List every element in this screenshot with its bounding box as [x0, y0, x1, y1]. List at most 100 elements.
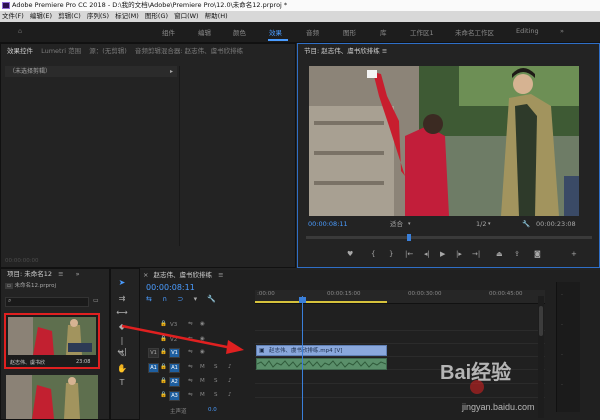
workspace-tab-unnamed[interactable]: 未命名工作区 [455, 27, 494, 37]
panel-expand-icon[interactable]: » [76, 270, 80, 278]
program-scrub-bar[interactable] [306, 234, 592, 241]
workspace-tab-graphics[interactable]: 图形 [343, 27, 356, 37]
solo-button[interactable]: S [214, 392, 218, 398]
track-target-a3[interactable]: A3 [169, 391, 180, 401]
program-quality-dropdown[interactable]: 1/2 [476, 219, 486, 230]
extract-icon[interactable]: ⇪ [514, 250, 520, 258]
audio-clip[interactable] [256, 358, 387, 370]
workspace-tab-editing-en[interactable]: Editing [516, 27, 539, 35]
lock-icon[interactable]: 🔒 [160, 378, 167, 384]
tab-lumetri-scopes[interactable]: Lumetri 范围 [41, 47, 81, 55]
add-marker-icon[interactable]: ♥ [347, 250, 353, 258]
quality-chevron-down-icon[interactable]: ▾ [488, 219, 491, 230]
wrench-icon[interactable]: 🔧 [522, 219, 530, 230]
microphone-icon[interactable]: ♪ [228, 392, 232, 398]
tab-audio-clip-mixer[interactable]: 音频剪辑混合器: 赵志伟、虞书欣排练 [135, 47, 243, 55]
workspace-more-icon[interactable]: » [560, 27, 564, 35]
menu-help[interactable]: 帮助(H) [205, 11, 228, 22]
program-playhead[interactable] [406, 234, 411, 241]
lock-icon[interactable]: 🔒 [160, 364, 167, 370]
microphone-icon[interactable]: ♪ [228, 378, 232, 384]
track-lane-v2[interactable] [255, 331, 545, 344]
timeline-settings-wrench-icon[interactable]: 🔧 [207, 295, 216, 303]
workspace-tab-effects[interactable]: 效果 [269, 27, 282, 37]
menu-sequence[interactable]: 序列(S) [87, 11, 109, 22]
play-icon[interactable]: ▶ [440, 250, 445, 258]
track-target-a2[interactable]: A2 [169, 377, 180, 387]
program-monitor-title[interactable]: 节目: 赵志伟、虞书欣排练 ≡ [304, 47, 387, 55]
tab-effect-controls[interactable]: 效果控件 [7, 47, 33, 55]
program-fit-dropdown[interactable]: 适合 [390, 219, 403, 230]
close-tab-icon[interactable]: × [143, 271, 148, 279]
expand-arrow-icon[interactable]: ▸ [170, 66, 173, 77]
workspace-tab-workspace1[interactable]: 工作区1 [410, 27, 434, 37]
nest-icon[interactable]: ⇆ [146, 295, 152, 303]
track-lane-v3[interactable] [255, 318, 545, 331]
mute-button[interactable]: M [200, 392, 205, 398]
menu-window[interactable]: 窗口(W) [174, 11, 199, 22]
project-title[interactable]: 项目: 未命名12 [7, 270, 52, 278]
fit-chevron-down-icon[interactable]: ▾ [408, 219, 411, 230]
selection-tool-icon[interactable]: ➤ [116, 277, 128, 288]
go-to-in-icon[interactable]: |← [405, 250, 413, 258]
workspace-tab-audio[interactable]: 音频 [306, 27, 319, 37]
timeline-playhead-handle[interactable] [299, 297, 306, 303]
program-timecode-current[interactable]: 00:00:08:11 [308, 219, 348, 230]
menu-marker[interactable]: 标记(M) [115, 11, 139, 22]
step-back-icon[interactable]: ◂| [424, 250, 430, 258]
hand-tool-icon[interactable]: ✋ [116, 363, 128, 374]
sync-lock-icon[interactable]: ⇋ [188, 378, 193, 384]
tab-source[interactable]: 源：(无剪辑) [89, 47, 127, 55]
scrollbar-thumb[interactable] [539, 306, 543, 336]
track-lane-a3[interactable] [255, 385, 545, 398]
fx-icon: ▣ [259, 347, 265, 354]
work-area-bar[interactable] [255, 301, 387, 303]
microphone-icon[interactable]: ♪ [228, 364, 232, 370]
type-tool-icon[interactable]: T [116, 377, 128, 388]
workspace-tab-assembly[interactable]: 组件 [162, 27, 175, 37]
source-patch-a1[interactable]: A1 [148, 363, 159, 373]
timeline-timecode[interactable]: 00:00:08:11 [146, 283, 195, 292]
project-item-selected[interactable]: 赵志伟、虞书欣 23:08 [4, 313, 100, 369]
track-target-a1[interactable]: A1 [169, 363, 180, 373]
workspace-tab-libraries[interactable]: 库 [380, 27, 387, 37]
solo-button[interactable]: S [214, 364, 218, 370]
timeline-sequence-tab[interactable]: 赵志伟、虞书欣排练 [154, 271, 213, 279]
add-marker-timeline-icon[interactable]: ▾ [194, 295, 198, 303]
project-search-input[interactable] [16, 298, 86, 306]
add-button-icon[interactable]: + [571, 250, 577, 258]
track-header-master: 主声道 0.0 [146, 406, 254, 418]
video-clip[interactable]: ▣ 赵志伟、虞书欣排练.mp4 [V] [256, 345, 387, 356]
mark-out-icon[interactable]: } [389, 250, 393, 258]
timeline-playhead[interactable] [302, 296, 303, 420]
sync-lock-icon[interactable]: ⇋ [188, 392, 193, 398]
track-select-tool-icon[interactable]: ⇉ [116, 293, 128, 304]
step-forward-icon[interactable]: |▸ [456, 250, 462, 258]
timeline-vertical-scrollbar[interactable] [538, 296, 544, 418]
project-search-field[interactable]: ⌕ [5, 297, 89, 307]
camera-icon[interactable]: ◙ [534, 250, 541, 258]
mute-button[interactable]: M [200, 364, 205, 370]
snap-icon[interactable]: ∩ [162, 295, 167, 303]
ripple-edit-tool-icon[interactable]: ⟷ [116, 307, 128, 318]
go-to-out-icon[interactable]: →| [472, 250, 480, 258]
menu-clip[interactable]: 剪辑(C) [58, 11, 81, 22]
menu-edit[interactable]: 编辑(E) [30, 11, 52, 22]
linked-select-icon[interactable]: ⊃ [177, 295, 183, 303]
workspace-tab-color[interactable]: 颜色 [233, 27, 246, 37]
mark-in-icon[interactable]: { [371, 250, 375, 258]
menu-file[interactable]: 文件(F) [2, 11, 24, 22]
panel-menu-icon[interactable]: ≡ [58, 270, 63, 278]
sync-lock-icon[interactable]: ⇋ [188, 364, 193, 370]
home-icon[interactable]: ⌂ [18, 27, 22, 35]
timeline-menu-icon[interactable]: ≡ [218, 271, 223, 279]
menu-graphics[interactable]: 图形(G) [145, 11, 168, 22]
project-item[interactable] [6, 375, 98, 419]
master-volume-value[interactable]: 0.0 [208, 407, 217, 413]
workspace-tab-editing[interactable]: 编辑 [198, 27, 211, 37]
new-bin-icon[interactable]: ▭ [93, 297, 99, 304]
lift-icon[interactable]: ⏏ [496, 250, 503, 258]
lock-icon[interactable]: 🔒 [160, 392, 167, 398]
mute-button[interactable]: M [200, 378, 205, 384]
solo-button[interactable]: S [214, 378, 218, 384]
